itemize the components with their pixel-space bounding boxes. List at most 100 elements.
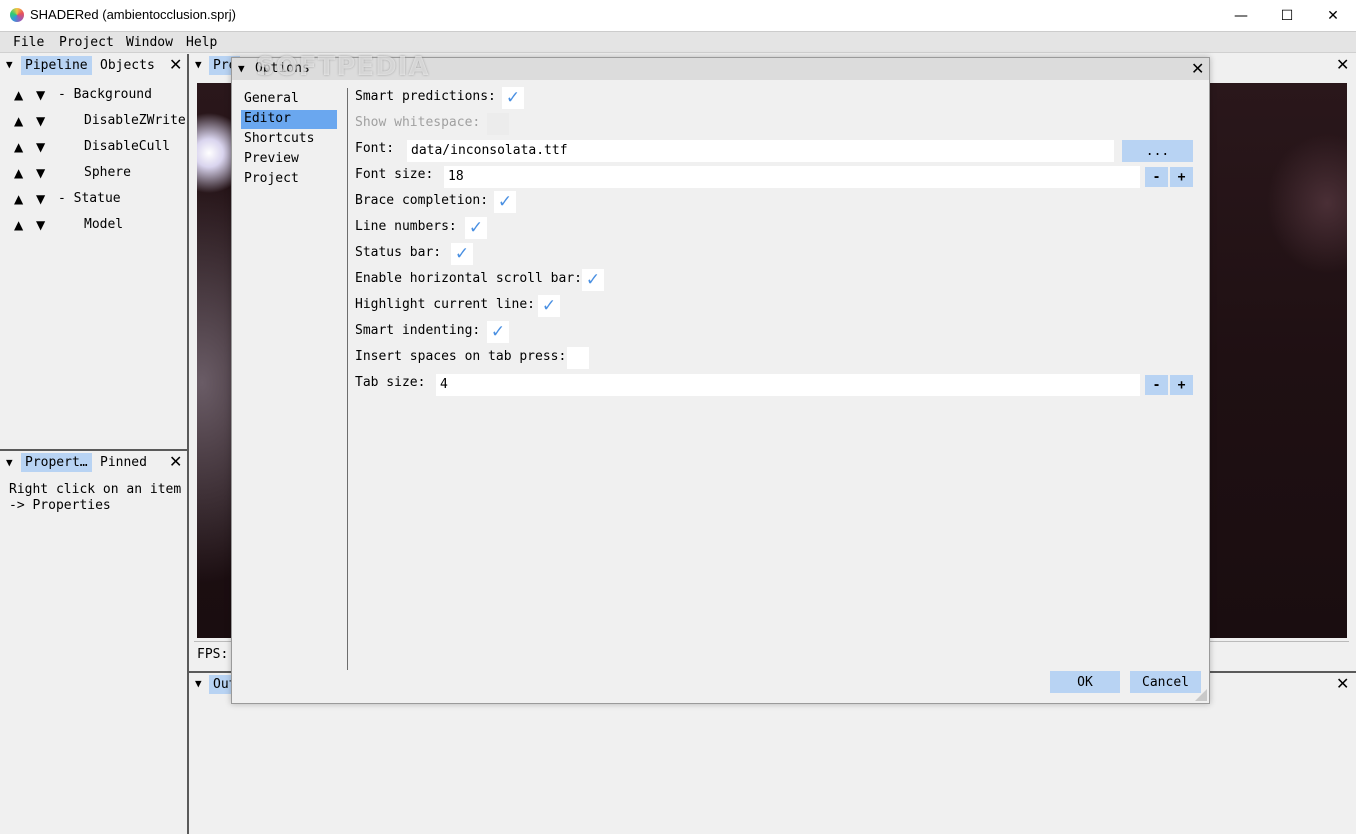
tab-size-label: Tab size: — [355, 375, 426, 390]
status-bar-label: Status bar: — [355, 245, 442, 260]
tab-pipeline[interactable]: Pipeline — [21, 56, 92, 75]
window-title: SHADERed (ambientocclusion.sprj) — [30, 7, 236, 22]
smart-indenting-checkbox[interactable]: ✓ — [487, 321, 509, 343]
tab-properties[interactable]: Propert… — [21, 453, 92, 472]
checkmark-icon: ✓ — [505, 88, 521, 108]
panel-close-icon[interactable]: ✕ — [169, 55, 182, 74]
panel-collapse-icon[interactable]: ▼ — [195, 58, 202, 71]
menu-help[interactable]: Help — [186, 35, 217, 50]
window-close-button[interactable]: ✕ — [1310, 0, 1356, 31]
menu-bar: File Project Window Help — [0, 31, 1356, 53]
options-dialog: ▼ Options ✕ General Editor Shortcuts Pre… — [231, 57, 1210, 704]
move-down-icon[interactable]: ▼ — [36, 114, 45, 128]
move-up-icon[interactable]: ▲ — [14, 114, 23, 128]
horizontal-scroll-label: Enable horizontal scroll bar: — [355, 271, 582, 286]
watermark: SOFTPEDIA — [256, 52, 430, 82]
panel-close-icon[interactable]: ✕ — [1336, 674, 1349, 693]
pipeline-item-label: Sphere — [84, 165, 131, 180]
menu-window[interactable]: Window — [126, 35, 173, 50]
minimize-button[interactable]: — — [1218, 0, 1264, 31]
properties-panel: ▼ Propert… Pinned ✕ Right click on an it… — [0, 451, 187, 834]
font-size-input[interactable]: 18 — [444, 166, 1140, 188]
move-down-icon[interactable]: ▼ — [36, 192, 45, 206]
font-size-decrement-button[interactable]: - — [1145, 167, 1168, 187]
smart-indenting-label: Smart indenting: — [355, 323, 481, 338]
resize-grip-icon[interactable] — [1195, 689, 1207, 701]
panel-collapse-icon[interactable]: ▼ — [195, 677, 202, 690]
font-label: Font: — [355, 141, 395, 156]
move-up-icon[interactable]: ▲ — [14, 192, 23, 206]
smart-predictions-checkbox[interactable]: ✓ — [502, 87, 524, 109]
properties-hint: Right click on an item -> Properties — [9, 482, 182, 513]
panel-collapse-icon[interactable]: ▼ — [6, 58, 13, 71]
fps-label: FPS: — [197, 647, 229, 662]
category-shortcuts[interactable]: Shortcuts — [241, 130, 337, 149]
move-up-icon[interactable]: ▲ — [14, 140, 23, 154]
list-item[interactable]: ▲ ▼ DisableCull — [0, 138, 188, 164]
dialog-collapse-icon[interactable]: ▼ — [238, 62, 245, 75]
move-down-icon[interactable]: ▼ — [36, 140, 45, 154]
cancel-button[interactable]: Cancel — [1130, 671, 1201, 693]
move-down-icon[interactable]: ▼ — [36, 88, 45, 102]
maximize-button[interactable]: ☐ — [1264, 0, 1310, 31]
app-logo-icon — [10, 8, 24, 22]
tab-size-decrement-button[interactable]: - — [1145, 375, 1168, 395]
dialog-close-icon[interactable]: ✕ — [1191, 59, 1204, 78]
highlight-line-label: Highlight current line: — [355, 297, 536, 312]
panel-close-icon[interactable]: ✕ — [169, 452, 182, 471]
insert-spaces-label: Insert spaces on tab press: — [355, 349, 567, 364]
pipeline-item-label: - Statue — [58, 191, 121, 206]
horizontal-scroll-checkbox[interactable]: ✓ — [582, 269, 604, 291]
category-preview[interactable]: Preview — [241, 150, 337, 169]
line-numbers-checkbox[interactable]: ✓ — [465, 217, 487, 239]
list-item[interactable]: ▲ ▼ Sphere — [0, 164, 188, 190]
font-size-label: Font size: — [355, 167, 434, 182]
tab-size-input[interactable]: 4 — [436, 374, 1140, 396]
show-whitespace-label: Show whitespace: — [355, 115, 481, 130]
checkmark-icon: ✓ — [468, 218, 484, 238]
list-item[interactable]: ▲ ▼ DisableZWrite — [0, 112, 188, 138]
move-up-icon[interactable]: ▲ — [14, 218, 23, 232]
tab-objects[interactable]: Objects — [96, 56, 159, 75]
category-editor[interactable]: Editor — [241, 110, 337, 129]
list-item[interactable]: ▲ ▼ - Statue — [0, 190, 188, 216]
sidebar-divider — [347, 88, 348, 670]
title-bar: SHADERed (ambientocclusion.sprj) — ☐ ✕ — [0, 0, 1356, 31]
checkmark-icon: ✓ — [490, 322, 506, 342]
line-numbers-label: Line numbers: — [355, 219, 457, 234]
checkmark-icon: ✓ — [497, 192, 513, 212]
move-up-icon[interactable]: ▲ — [14, 88, 23, 102]
status-bar-checkbox[interactable]: ✓ — [451, 243, 473, 265]
brace-completion-label: Brace completion: — [355, 193, 489, 208]
pipeline-item-label: Model — [84, 217, 124, 232]
tab-pinned[interactable]: Pinned — [96, 453, 151, 472]
move-down-icon[interactable]: ▼ — [36, 218, 45, 232]
show-whitespace-checkbox[interactable] — [487, 113, 509, 135]
move-up-icon[interactable]: ▲ — [14, 166, 23, 180]
insert-spaces-checkbox[interactable] — [567, 347, 589, 369]
tab-size-increment-button[interactable]: + — [1170, 375, 1193, 395]
panel-close-icon[interactable]: ✕ — [1336, 55, 1349, 74]
brace-completion-checkbox[interactable]: ✓ — [494, 191, 516, 213]
pipeline-panel: ▼ Pipeline Objects ✕ ▲ ▼ - Background ▲ … — [0, 54, 188, 449]
checkmark-icon: ✓ — [585, 270, 601, 290]
category-general[interactable]: General — [241, 90, 337, 109]
checkmark-icon: ✓ — [541, 296, 557, 316]
panel-collapse-icon[interactable]: ▼ — [6, 456, 13, 469]
menu-project[interactable]: Project — [59, 35, 114, 50]
pipeline-item-label: - Background — [58, 87, 152, 102]
move-down-icon[interactable]: ▼ — [36, 166, 45, 180]
list-item[interactable]: ▲ ▼ Model — [0, 216, 188, 242]
highlight-line-checkbox[interactable]: ✓ — [538, 295, 560, 317]
menu-file[interactable]: File — [13, 35, 44, 50]
font-path-input[interactable]: data/inconsolata.ttf — [407, 140, 1114, 162]
smart-predictions-label: Smart predictions: — [355, 89, 496, 104]
list-item[interactable]: ▲ ▼ - Background — [0, 86, 188, 112]
browse-font-button[interactable]: ... — [1122, 140, 1193, 162]
pipeline-item-label: DisableCull — [84, 139, 171, 154]
category-project[interactable]: Project — [241, 170, 337, 189]
font-size-increment-button[interactable]: + — [1170, 167, 1193, 187]
checkmark-icon: ✓ — [454, 244, 470, 264]
ok-button[interactable]: OK — [1050, 671, 1120, 693]
pipeline-item-label: DisableZWrite — [84, 113, 186, 128]
